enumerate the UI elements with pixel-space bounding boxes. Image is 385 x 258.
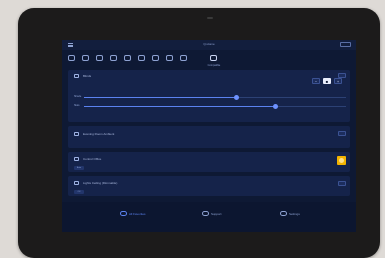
light-bulb-icon [74, 181, 79, 185]
shade-slider-thumb[interactable] [233, 95, 239, 100]
office-status-button[interactable] [337, 156, 346, 165]
bottom-navigation: All Favorites Support Settings [62, 202, 356, 232]
scene-card: Evening Room Ambient [68, 126, 350, 148]
sofa-icon[interactable] [68, 55, 75, 61]
slats-slider-fill [84, 106, 276, 107]
dining-icon[interactable] [124, 55, 131, 61]
scene-icon [74, 132, 79, 136]
stepper-minus-button[interactable]: − [312, 78, 320, 84]
shade-slider[interactable] [84, 95, 346, 100]
slats-slider[interactable] [84, 104, 346, 109]
office-card: Control Office Auto [68, 152, 350, 172]
star-icon [120, 211, 127, 216]
lights-card: Lights Ceiling (Dimmable) Off [68, 176, 350, 196]
nav-support[interactable]: Support [202, 210, 236, 218]
kitchen-icon[interactable] [110, 55, 117, 61]
slats-slider-thumb[interactable] [273, 104, 279, 109]
app-title: Q-Home [203, 42, 215, 46]
blinds-title: Blinds [83, 74, 92, 78]
battery-icon [340, 42, 351, 47]
office-icon [74, 157, 79, 161]
nav-favorites-label: All Favorites [129, 212, 146, 216]
lights-toggle[interactable] [338, 181, 346, 186]
blinds-card: Blinds − ■ + Shade Slats [68, 70, 350, 122]
bath-icon[interactable] [96, 55, 103, 61]
selected-room-caption: Compatible [207, 64, 221, 67]
support-icon [202, 211, 209, 216]
gear-icon [280, 211, 287, 216]
blinds-icon [74, 74, 79, 78]
scene-toggle[interactable] [338, 131, 346, 136]
lights-state-pill[interactable]: Off [74, 190, 84, 194]
office-title: Control Office [83, 157, 102, 161]
shade-slider-label: Shade [74, 95, 82, 98]
app-screen: Q-Home Compatible Blinds − ■ + Shade Sla… [62, 40, 356, 232]
bed-icon[interactable] [82, 55, 89, 61]
lights-title: Lights Ceiling (Dimmable) [83, 181, 118, 185]
front-camera [207, 17, 213, 19]
office-mode-pill[interactable]: Auto [74, 166, 84, 170]
stepper-stop-button[interactable]: ■ [323, 78, 331, 84]
top-bar: Q-Home [62, 40, 356, 50]
desk-icon[interactable] [166, 55, 173, 61]
nav-settings-label: Settings [289, 212, 300, 216]
garage-icon[interactable] [180, 55, 187, 61]
nav-favorites[interactable]: All Favorites [120, 210, 160, 218]
bedroom-icon[interactable] [138, 55, 145, 61]
shade-slider-fill [84, 97, 236, 98]
terrace-icon[interactable] [210, 55, 217, 61]
lamp-icon[interactable] [152, 55, 159, 61]
nav-settings[interactable]: Settings [280, 210, 314, 218]
nav-support-label: Support [211, 212, 222, 216]
stepper-plus-button[interactable]: + [334, 78, 342, 84]
slats-slider-label: Slats [74, 104, 80, 107]
room-selector: Compatible [62, 51, 356, 69]
scene-title: Evening Room Ambient [83, 132, 115, 136]
